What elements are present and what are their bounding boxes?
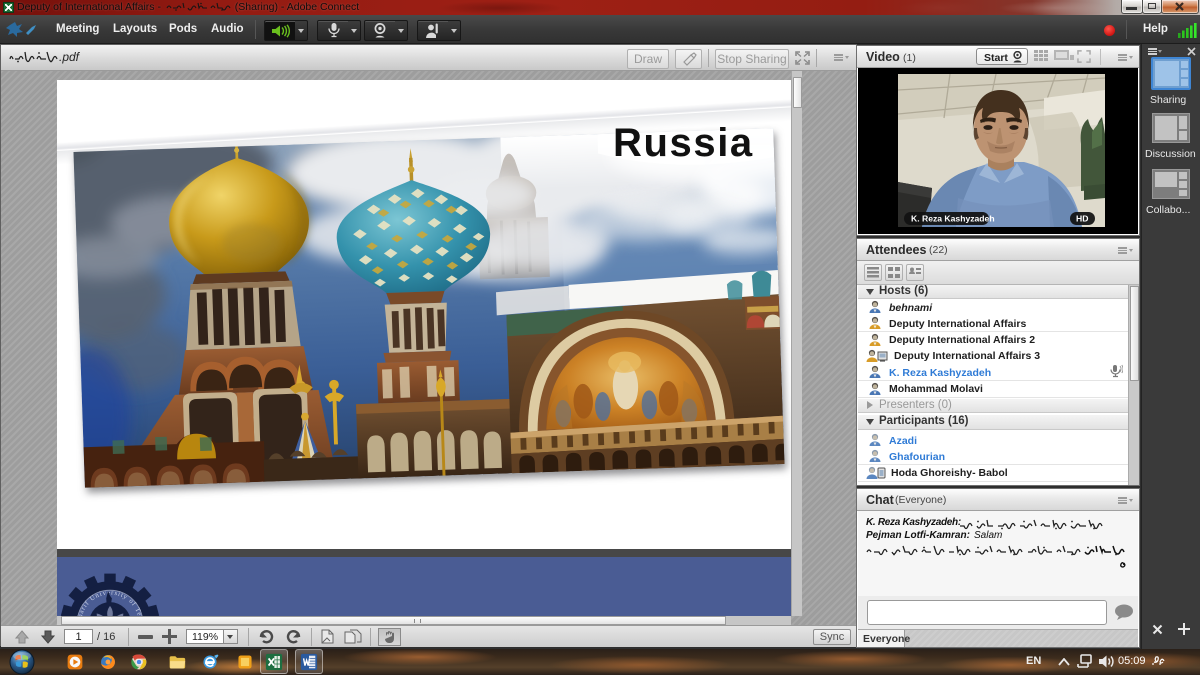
svg-text:HD: HD bbox=[1076, 214, 1088, 224]
svg-text:K. Reza Kashyzadeh: K. Reza Kashyzadeh bbox=[911, 214, 995, 224]
